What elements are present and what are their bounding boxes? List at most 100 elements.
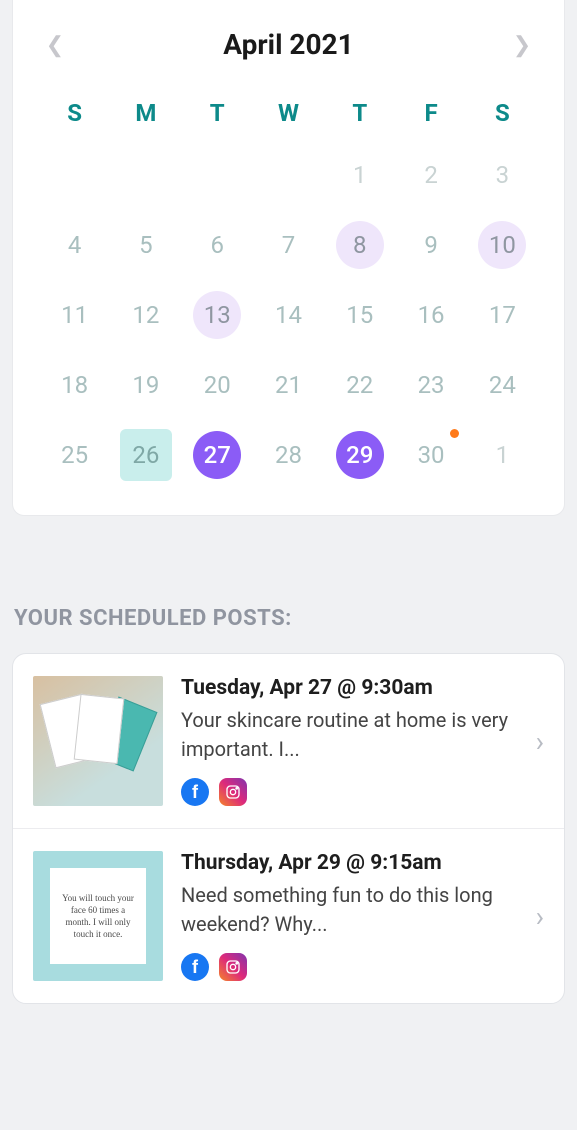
day-cell: 22 (324, 359, 395, 411)
calendar-day[interactable]: 14 (264, 291, 312, 339)
day-cell: 27 (182, 429, 253, 481)
calendar-day[interactable]: 11 (51, 291, 99, 339)
calendar-title: April 2021 (223, 28, 353, 61)
calendar-day[interactable]: 23 (407, 361, 455, 409)
calendar-day[interactable]: 28 (264, 431, 312, 479)
day-cell: 26 (110, 429, 181, 481)
day-cell: 23 (395, 359, 466, 411)
calendar-day[interactable]: 9 (407, 221, 455, 269)
dow-label: W (253, 89, 324, 137)
day-cell: 16 (395, 289, 466, 341)
calendar-header: ❮ April 2021 ❯ (39, 28, 538, 61)
chevron-left-icon: ❮ (46, 32, 64, 58)
post-date: Thursday, Apr 29 @ 9:15am (181, 851, 518, 875)
next-month-button[interactable]: ❯ (506, 29, 538, 61)
calendar-day[interactable]: 19 (122, 361, 170, 409)
day-cell: 20 (182, 359, 253, 411)
calendar-day[interactable]: 21 (264, 361, 312, 409)
day-cell: 29 (324, 429, 395, 481)
calendar-day[interactable]: 2 (407, 151, 455, 199)
day-cell: 8 (324, 219, 395, 271)
calendar-day[interactable]: 12 (122, 291, 170, 339)
days-grid: 1234567891011121314151617181920212223242… (39, 149, 538, 481)
day-cell (253, 149, 324, 201)
calendar-card: ❮ April 2021 ❯ SMTWTFS 12345678910111213… (12, 0, 565, 516)
post-platforms: f (181, 953, 518, 981)
day-cell: 14 (253, 289, 324, 341)
day-cell: 17 (467, 289, 538, 341)
calendar-day[interactable]: 24 (478, 361, 526, 409)
dow-label: S (467, 89, 538, 137)
post-date: Tuesday, Apr 27 @ 9:30am (181, 676, 518, 700)
day-cell: 9 (395, 219, 466, 271)
scheduled-posts-card: Tuesday, Apr 27 @ 9:30am Your skincare ro… (12, 653, 565, 1004)
calendar-day[interactable]: 4 (51, 221, 99, 269)
calendar-day[interactable]: 13 (193, 291, 241, 339)
day-cell: 21 (253, 359, 324, 411)
calendar-day[interactable]: 25 (51, 431, 99, 479)
dow-label: S (39, 89, 110, 137)
day-cell: 7 (253, 219, 324, 271)
calendar-day[interactable]: 5 (122, 221, 170, 269)
calendar-day[interactable]: 17 (478, 291, 526, 339)
calendar-day[interactable]: 30 (407, 431, 455, 479)
calendar-day[interactable]: 18 (51, 361, 99, 409)
dow-label: F (395, 89, 466, 137)
day-cell: 28 (253, 429, 324, 481)
post-thumbnail: You will touch your face 60 times a mont… (33, 851, 163, 981)
day-cell: 30 (395, 429, 466, 481)
facebook-icon: f (181, 778, 209, 806)
calendar-day[interactable]: 3 (478, 151, 526, 199)
calendar-day[interactable]: 26 (120, 429, 172, 481)
calendar-day[interactable]: 1 (478, 431, 526, 479)
scheduled-post[interactable]: Tuesday, Apr 27 @ 9:30am Your skincare ro… (13, 654, 564, 828)
day-cell (182, 149, 253, 201)
calendar-day[interactable]: 8 (336, 221, 384, 269)
day-cell: 4 (39, 219, 110, 271)
calendar-day[interactable]: 7 (264, 221, 312, 269)
post-body: Thursday, Apr 29 @ 9:15am Need something … (181, 851, 518, 981)
calendar-day[interactable]: 1 (336, 151, 384, 199)
day-cell: 11 (39, 289, 110, 341)
calendar-day[interactable]: 10 (478, 221, 526, 269)
day-cell: 3 (467, 149, 538, 201)
calendar-day[interactable]: 16 (407, 291, 455, 339)
day-cell: 6 (182, 219, 253, 271)
quote-text: You will touch your face 60 times a mont… (50, 868, 146, 964)
post-preview-text: Your skincare routine at home is very im… (181, 706, 518, 764)
post-body: Tuesday, Apr 27 @ 9:30am Your skincare ro… (181, 676, 518, 806)
scheduled-post[interactable]: You will touch your face 60 times a mont… (13, 828, 564, 1003)
prev-month-button[interactable]: ❮ (39, 29, 71, 61)
day-cell: 10 (467, 219, 538, 271)
day-cell: 1 (324, 149, 395, 201)
dow-label: M (110, 89, 181, 137)
chevron-right-icon: › (536, 725, 544, 758)
chevron-right-icon: › (536, 900, 544, 933)
day-cell: 15 (324, 289, 395, 341)
day-cell: 24 (467, 359, 538, 411)
calendar-day[interactable]: 22 (336, 361, 384, 409)
day-cell: 5 (110, 219, 181, 271)
calendar-day[interactable]: 6 (193, 221, 241, 269)
post-thumbnail (33, 676, 163, 806)
day-cell: 12 (110, 289, 181, 341)
day-cell (110, 149, 181, 201)
day-cell: 19 (110, 359, 181, 411)
section-title: YOUR SCHEDULED POSTS: (14, 606, 563, 631)
instagram-icon (219, 953, 247, 981)
calendar-day[interactable]: 27 (193, 431, 241, 479)
day-cell: 13 (182, 289, 253, 341)
chevron-right-icon: ❯ (513, 32, 531, 58)
calendar-day[interactable]: 15 (336, 291, 384, 339)
calendar-day[interactable]: 20 (193, 361, 241, 409)
calendar-day[interactable]: 29 (336, 431, 384, 479)
day-of-week-row: SMTWTFS (39, 89, 538, 137)
day-cell: 2 (395, 149, 466, 201)
post-preview-text: Need something fun to do this long weeke… (181, 881, 518, 939)
day-cell: 25 (39, 429, 110, 481)
dow-label: T (324, 89, 395, 137)
day-cell: 1 (467, 429, 538, 481)
instagram-icon (219, 778, 247, 806)
day-cell (39, 149, 110, 201)
day-cell: 18 (39, 359, 110, 411)
